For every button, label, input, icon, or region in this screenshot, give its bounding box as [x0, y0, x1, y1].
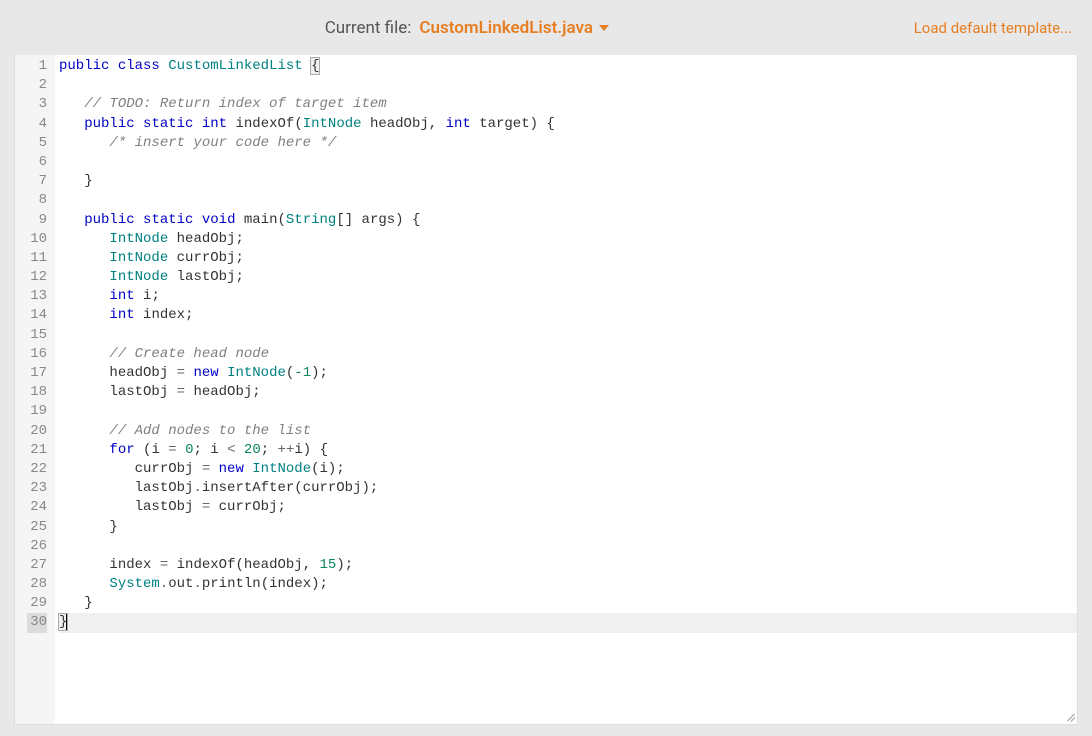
line-number[interactable]: 25	[27, 518, 47, 537]
code-line[interactable]: lastObj = currObj;	[59, 498, 1077, 517]
code-line[interactable]: /* insert your code here */	[59, 134, 1077, 153]
header-center: Current file: CustomLinkedList.java	[20, 18, 914, 38]
code-line[interactable]: public class CustomLinkedList {	[59, 57, 1077, 76]
code-editor[interactable]: 1234567891011121314151617181920212223242…	[15, 55, 1077, 724]
line-number[interactable]: 13	[27, 287, 47, 306]
line-number[interactable]: 30	[27, 613, 47, 632]
code-line[interactable]: int i;	[59, 287, 1077, 306]
line-number[interactable]: 11	[27, 249, 47, 268]
code-line[interactable]: IntNode headObj;	[59, 230, 1077, 249]
code-line[interactable]	[59, 326, 1077, 345]
line-number[interactable]: 5	[27, 134, 47, 153]
chevron-down-icon	[599, 25, 609, 31]
code-line[interactable]: int index;	[59, 306, 1077, 325]
code-line[interactable]	[59, 537, 1077, 556]
code-line[interactable]: headObj = new IntNode(-1);	[59, 364, 1077, 383]
line-number[interactable]: 15	[27, 326, 47, 345]
line-number[interactable]: 24	[27, 498, 47, 517]
code-line[interactable]: public static int indexOf(IntNode headOb…	[59, 115, 1077, 134]
code-line[interactable]: IntNode lastObj;	[59, 268, 1077, 287]
line-number[interactable]: 12	[27, 268, 47, 287]
line-number[interactable]: 4	[27, 115, 47, 134]
code-line[interactable]: index = indexOf(headObj, 15);	[59, 556, 1077, 575]
line-number[interactable]: 2	[27, 76, 47, 95]
line-number[interactable]: 8	[27, 191, 47, 210]
code-line[interactable]: }	[59, 594, 1077, 613]
line-number[interactable]: 19	[27, 402, 47, 421]
line-number[interactable]: 1	[27, 57, 47, 76]
editor-header: Current file: CustomLinkedList.java Load…	[0, 0, 1092, 55]
load-default-template-link[interactable]: Load default template...	[914, 19, 1072, 37]
resize-handle-icon[interactable]	[1063, 710, 1075, 722]
code-line[interactable]: // TODO: Return index of target item	[59, 95, 1077, 114]
line-number[interactable]: 16	[27, 345, 47, 364]
code-line[interactable]: }	[59, 613, 1077, 632]
text-cursor	[66, 614, 67, 630]
line-number[interactable]: 6	[27, 153, 47, 172]
code-line[interactable]	[59, 76, 1077, 95]
code-content[interactable]: public class CustomLinkedList { // TODO:…	[55, 55, 1077, 724]
current-file-label: Current file:	[325, 18, 412, 38]
file-selector-dropdown[interactable]: CustomLinkedList.java	[419, 18, 609, 38]
line-number[interactable]: 17	[27, 364, 47, 383]
line-number[interactable]: 23	[27, 479, 47, 498]
line-number[interactable]: 26	[27, 537, 47, 556]
line-number[interactable]: 9	[27, 211, 47, 230]
code-line[interactable]: // Create head node	[59, 345, 1077, 364]
code-line[interactable]: currObj = new IntNode(i);	[59, 460, 1077, 479]
code-line[interactable]: }	[59, 518, 1077, 537]
line-number[interactable]: 3	[27, 95, 47, 114]
code-line[interactable]	[59, 153, 1077, 172]
line-number[interactable]: 10	[27, 230, 47, 249]
line-number-gutter[interactable]: 1234567891011121314151617181920212223242…	[15, 55, 55, 724]
line-number[interactable]: 22	[27, 460, 47, 479]
code-line[interactable]: for (i = 0; i < 20; ++i) {	[59, 441, 1077, 460]
line-number[interactable]: 14	[27, 306, 47, 325]
line-number[interactable]: 7	[27, 172, 47, 191]
line-number[interactable]: 29	[27, 594, 47, 613]
code-line[interactable]: lastObj = headObj;	[59, 383, 1077, 402]
line-number[interactable]: 18	[27, 383, 47, 402]
line-number[interactable]: 28	[27, 575, 47, 594]
code-line[interactable]: System.out.println(index);	[59, 575, 1077, 594]
code-line[interactable]: public static void main(String[] args) {	[59, 211, 1077, 230]
line-number[interactable]: 27	[27, 556, 47, 575]
code-line[interactable]: }	[59, 172, 1077, 191]
line-number[interactable]: 20	[27, 422, 47, 441]
code-editor-container: 1234567891011121314151617181920212223242…	[14, 55, 1078, 725]
code-line[interactable]: lastObj.insertAfter(currObj);	[59, 479, 1077, 498]
code-line[interactable]	[59, 402, 1077, 421]
code-line[interactable]	[59, 191, 1077, 210]
code-line[interactable]: IntNode currObj;	[59, 249, 1077, 268]
code-line[interactable]: // Add nodes to the list	[59, 422, 1077, 441]
line-number[interactable]: 21	[27, 441, 47, 460]
current-file-name: CustomLinkedList.java	[419, 18, 593, 38]
